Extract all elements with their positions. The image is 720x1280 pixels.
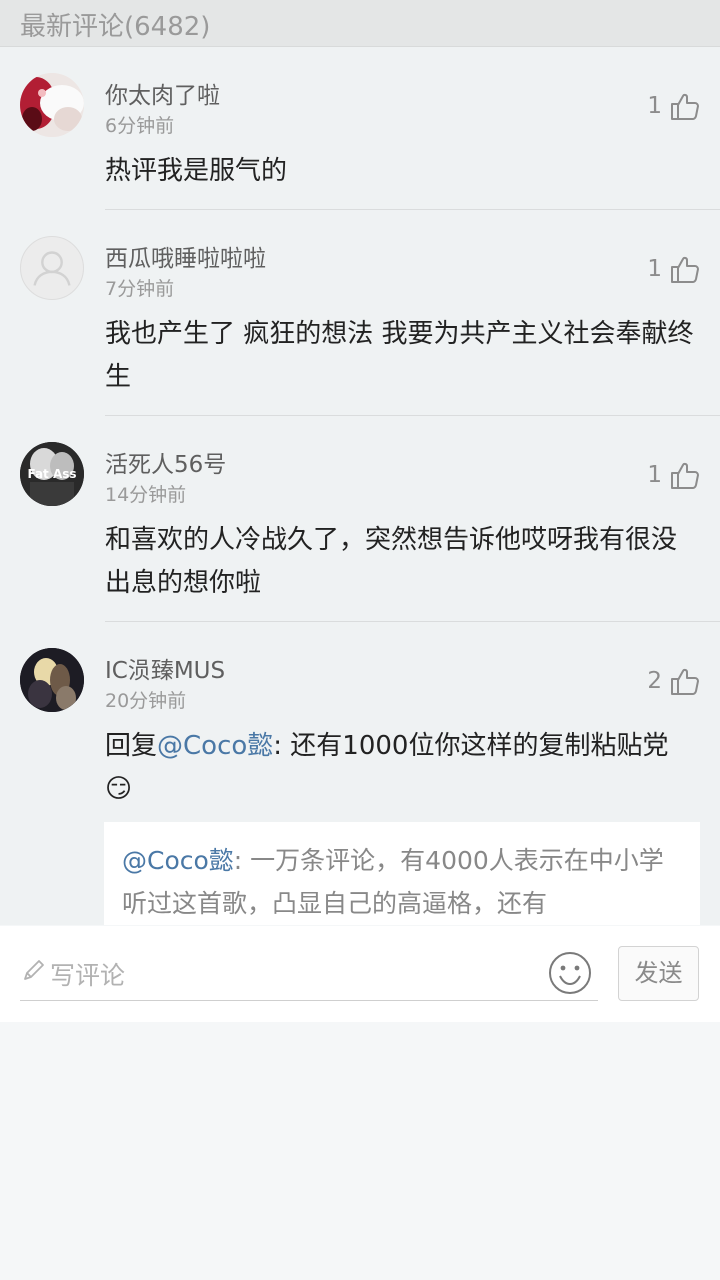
- comment-item: Fat Ass 活死人56号 14分钟前 1 和喜欢的人冷战久了，突然想告诉他哎…: [0, 416, 720, 622]
- mention-link[interactable]: @Coco懿: [157, 731, 273, 761]
- quoted-comment[interactable]: @Coco懿: 一万条评论，有4000人表示在中小学听过这首歌，凸显自己的高逼格…: [104, 822, 700, 925]
- comment-time: 20分钟前: [105, 690, 187, 712]
- comment-text: 和喜欢的人冷战久了，突然想告诉他哎呀我有很没出息的想你啦: [105, 525, 678, 598]
- like-button[interactable]: 2: [647, 664, 700, 698]
- username[interactable]: IC涢臻MUS: [105, 651, 225, 685]
- username[interactable]: 活死人56号: [105, 445, 226, 479]
- thumbs-up-icon: [671, 93, 699, 120]
- username[interactable]: 西瓜哦睡啦啦啦: [105, 239, 266, 273]
- smiley-icon[interactable]: [547, 950, 593, 996]
- thumbs-up-icon: [671, 462, 699, 489]
- comment-time: 14分钟前: [105, 484, 187, 506]
- thumbs-up-icon: [671, 256, 699, 283]
- comment-time: 6分钟前: [105, 115, 175, 137]
- comment-time: 7分钟前: [105, 278, 175, 300]
- mention-link[interactable]: @Coco懿: [122, 846, 234, 875]
- user-avatar[interactable]: Fat Ass: [20, 442, 84, 506]
- like-button[interactable]: 1: [647, 252, 700, 286]
- comment-item: 你太肉了啦 6分钟前 1 热评我是服气的: [0, 47, 720, 210]
- like-button[interactable]: 1: [647, 89, 700, 123]
- reply-text: : 还有1000位你这样的复制粘贴党: [273, 731, 669, 761]
- like-count: 1: [647, 93, 662, 119]
- section-title: 最新评论(6482): [20, 12, 211, 42]
- user-avatar[interactable]: [20, 73, 84, 137]
- thumbs-up-icon: [671, 668, 699, 695]
- user-avatar[interactable]: [20, 236, 84, 300]
- comment-input[interactable]: 写评论: [20, 946, 598, 1001]
- input-placeholder: 写评论: [50, 961, 126, 990]
- emoji: 😏: [105, 774, 133, 804]
- section-header: 最新评论(6482): [0, 0, 720, 47]
- comment-text: 热评我是服气的: [105, 156, 288, 186]
- quote-text: @Coco懿: 一万条评论，有4000人表示在中小学听过这首歌，凸显自己的高逼格…: [122, 839, 687, 925]
- empty-area: [0, 1022, 720, 1280]
- comment-text: 回复@Coco懿: 还有1000位你这样的复制粘贴党 😏: [105, 725, 700, 811]
- avatar-caption: Fat Ass: [27, 467, 77, 481]
- like-button[interactable]: 1: [647, 458, 700, 492]
- like-count: 2: [647, 668, 662, 694]
- user-avatar[interactable]: [20, 648, 84, 712]
- like-count: 1: [647, 462, 662, 488]
- comment-item: 西瓜哦睡啦啦啦 7分钟前 1 我也产生了 疯狂的想法 我要为共产主义社会奉献终生: [0, 210, 720, 416]
- like-count: 1: [647, 256, 662, 282]
- send-button[interactable]: 发送: [618, 946, 699, 1001]
- comment-text: 我也产生了 疯狂的想法 我要为共产主义社会奉献终生: [105, 319, 694, 392]
- username[interactable]: 你太肉了啦: [105, 76, 220, 110]
- reply-prefix: 回复: [105, 731, 158, 761]
- pencil-icon: [24, 960, 44, 980]
- comment-item: IC涢臻MUS 20分钟前 2 回复@Coco懿: 还有1000位你这样的复制粘…: [0, 622, 720, 925]
- comment-list[interactable]: 你太肉了啦 6分钟前 1 热评我是服气的 西瓜哦睡啦啦啦 7分钟前 1 我也产生…: [0, 47, 720, 925]
